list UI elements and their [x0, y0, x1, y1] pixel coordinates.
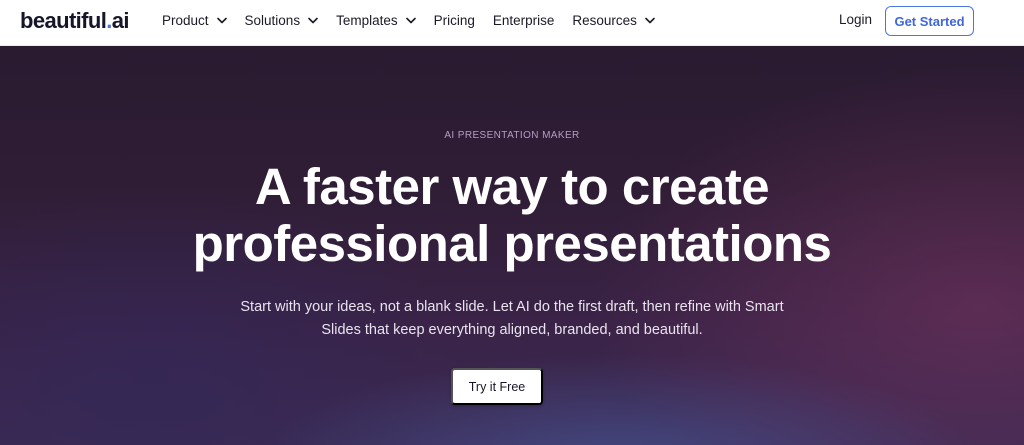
- hero-section: AI PRESENTATION MAKER A faster way to cr…: [0, 46, 1024, 445]
- main-nav: Product Solutions Templates Pricing Ente…: [162, 0, 673, 40]
- nav-item-resources[interactable]: Resources: [572, 13, 655, 28]
- chevron-down-icon: [645, 15, 655, 25]
- nav-item-label: Solutions: [244, 12, 301, 28]
- nav-item-label: Templates: [336, 12, 398, 28]
- logo-suffix: ai: [111, 8, 130, 33]
- login-link[interactable]: Login: [839, 12, 872, 27]
- nav-item-product[interactable]: Product: [162, 13, 227, 28]
- hero-title-line: professional presentations: [192, 215, 832, 272]
- get-started-button[interactable]: Get Started: [885, 6, 974, 36]
- chevron-down-icon: [308, 15, 318, 25]
- nav-item-enterprise[interactable]: Enterprise: [493, 13, 555, 28]
- logo[interactable]: beautiful. ai: [20, 8, 130, 34]
- nav-item-label: Product: [162, 12, 209, 28]
- hero-title: A faster way to create professional pres…: [0, 158, 1024, 272]
- nav-item-solutions[interactable]: Solutions: [245, 13, 319, 28]
- nav-item-templates[interactable]: Templates: [336, 13, 416, 28]
- hero-subtitle-line: Start with your ideas, not a blank slide…: [240, 299, 784, 315]
- hero-eyebrow: AI PRESENTATION MAKER: [444, 130, 580, 141]
- nav-item-label: Enterprise: [492, 12, 555, 28]
- nav-item-label: Pricing: [433, 12, 475, 28]
- logo-text: beautiful: [20, 8, 107, 33]
- hero-title-line: A faster way to create: [254, 158, 770, 215]
- top-navbar: beautiful. ai Product Solutions Templates…: [0, 0, 1024, 46]
- hero-subtitle-line: Slides that keep everything aligned, bra…: [321, 322, 703, 338]
- nav-item-label: Resources: [572, 12, 637, 28]
- chevron-down-icon: [405, 15, 416, 25]
- try-it-free-button[interactable]: Try it Free: [451, 368, 543, 405]
- nav-item-pricing[interactable]: Pricing: [434, 13, 475, 28]
- hero-subtitle: Start with your ideas, not a blank slide…: [0, 296, 1024, 342]
- chevron-down-icon: [216, 15, 227, 25]
